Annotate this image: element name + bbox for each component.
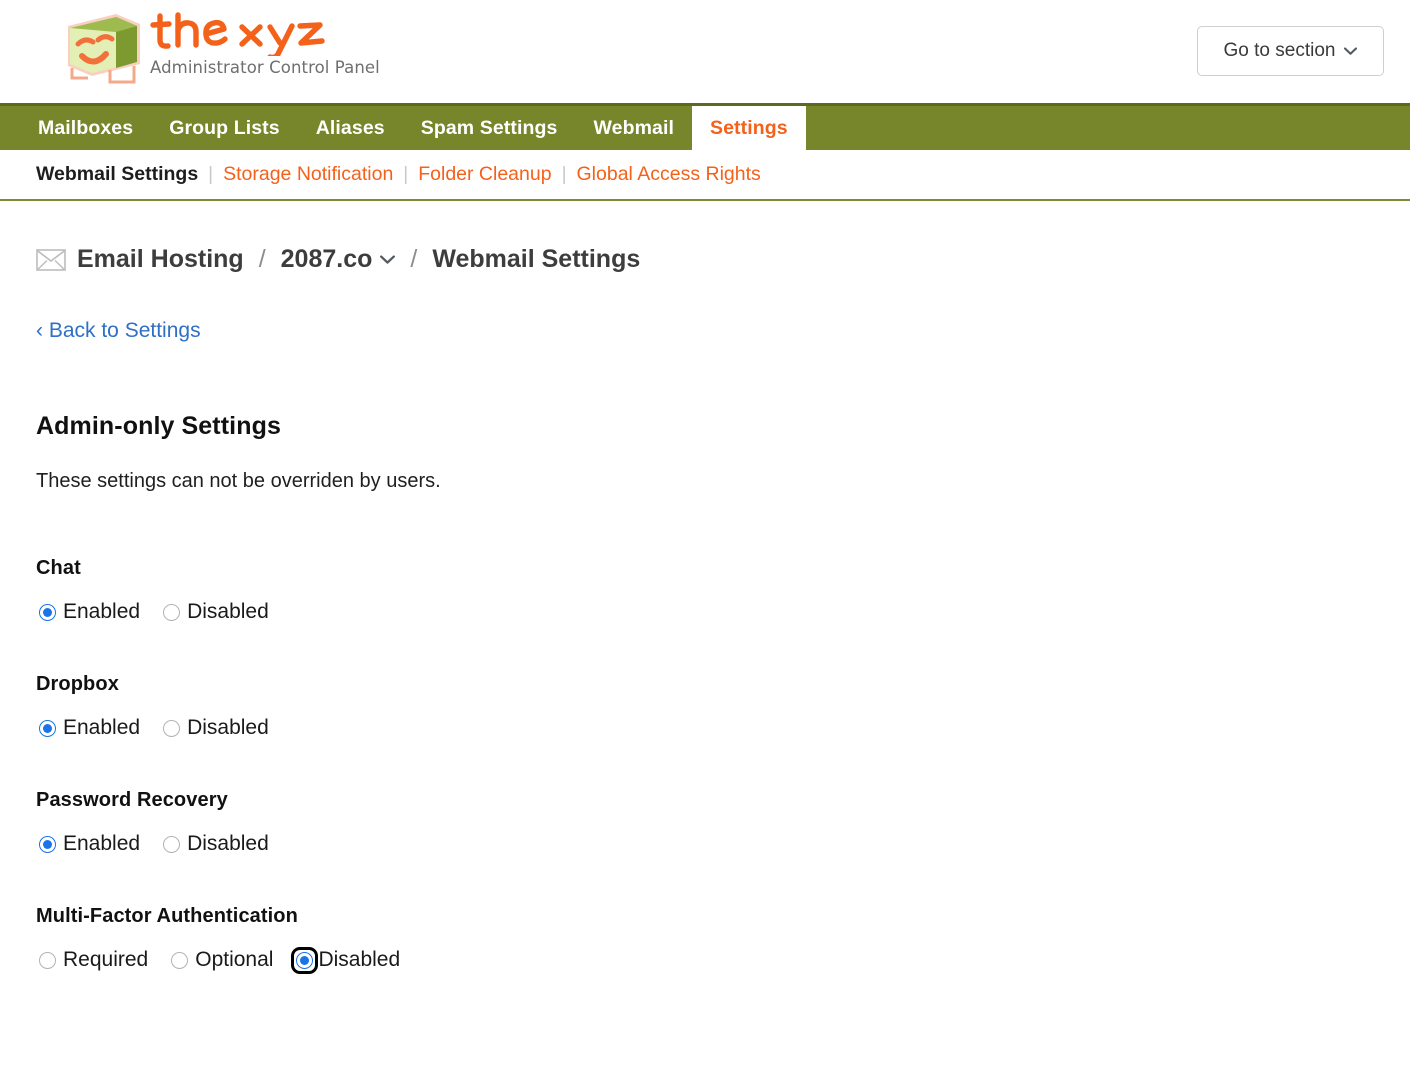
page-description: These settings can not be overriden by u…: [36, 470, 441, 492]
radio-label: Optional: [195, 948, 274, 971]
subnav-item-global-access-rights[interactable]: Global Access Rights: [577, 163, 761, 186]
setting-group-chat: Chat Enabled Disabled: [36, 557, 1374, 624]
radio-dropbox-enabled[interactable]: Enabled: [36, 716, 140, 740]
breadcrumb-domain-label: 2087.co: [280, 245, 373, 273]
nav-item-webmail[interactable]: Webmail: [575, 106, 692, 150]
setting-label-dropbox: Dropbox: [36, 673, 119, 695]
radio-dot: [163, 835, 181, 853]
radio-label: Disabled: [187, 832, 269, 855]
setting-label-chat: Chat: [36, 557, 81, 579]
subnav-separator: |: [403, 163, 409, 185]
radio-dot: [39, 603, 56, 621]
radio-dot: [39, 951, 56, 969]
radio-label: Disabled: [187, 600, 269, 623]
breadcrumb: Email Hosting / 2087.co / Webmail Settin…: [36, 245, 1374, 274]
breadcrumb-domain-selector[interactable]: 2087.co: [281, 245, 396, 274]
breadcrumb-root[interactable]: Email Hosting: [77, 245, 244, 274]
breadcrumb-separator: /: [410, 245, 418, 273]
brand-text: Administrator Control Panel: [150, 6, 380, 77]
breadcrumb-separator: /: [258, 245, 266, 273]
radio-wrap: [36, 949, 59, 972]
chevron-down-icon: [1344, 47, 1358, 55]
radio-wrap: [36, 833, 59, 856]
radio-label: Enabled: [63, 600, 141, 623]
subnav-separator: |: [561, 163, 567, 185]
radio-password-recovery-enabled[interactable]: Enabled: [36, 832, 140, 856]
radio-group-dropbox: Enabled Disabled: [36, 716, 1374, 740]
secondary-navigation: Webmail Settings | Storage Notification …: [0, 150, 1410, 201]
back-to-settings-link[interactable]: ‹ Back to Settings: [36, 319, 201, 343]
radio-dot: [39, 835, 56, 853]
page-title: Admin-only Settings: [36, 412, 281, 440]
radio-group-multi-factor-authentication: Required Optional Disabled: [36, 946, 1374, 974]
nav-item-group-lists[interactable]: Group Lists: [151, 106, 298, 150]
radio-mfa-required[interactable]: Required: [36, 948, 148, 972]
brand: Administrator Control Panel: [58, 6, 380, 90]
brand-tagline: Administrator Control Panel: [150, 58, 380, 77]
radio-wrap: [36, 717, 59, 740]
subnav-separator: |: [208, 163, 214, 185]
radio-label: Disabled: [187, 716, 269, 739]
settings-list: Chat Enabled Disabled Dropbox Enabled Di…: [36, 493, 1374, 974]
thexyz-wordmark: [150, 12, 325, 56]
radio-group-password-recovery: Enabled Disabled: [36, 832, 1374, 856]
radio-wrap: [160, 833, 183, 856]
radio-dot: [39, 719, 56, 737]
setting-group-dropbox: Dropbox Enabled Disabled: [36, 673, 1374, 740]
radio-dot: [163, 603, 181, 621]
radio-label: Disabled: [318, 948, 401, 971]
radio-wrap: [160, 717, 183, 740]
radio-chat-disabled[interactable]: Disabled: [160, 600, 269, 624]
radio-chat-enabled[interactable]: Enabled: [36, 600, 140, 624]
green-box-face-logo: [68, 14, 140, 84]
primary-navigation: Mailboxes Group Lists Aliases Spam Setti…: [0, 103, 1410, 150]
nav-item-aliases[interactable]: Aliases: [298, 106, 403, 150]
nav-item-mailboxes[interactable]: Mailboxes: [20, 106, 151, 150]
radio-dot: [171, 951, 189, 969]
nav-item-spam-settings[interactable]: Spam Settings: [403, 106, 576, 150]
radio-wrap: [160, 601, 183, 624]
radio-dropbox-disabled[interactable]: Disabled: [160, 716, 269, 740]
radio-password-recovery-disabled[interactable]: Disabled: [160, 832, 269, 856]
setting-group-multi-factor-authentication: Multi-Factor Authentication Required Opt…: [36, 905, 1374, 974]
radio-group-chat: Enabled Disabled: [36, 600, 1374, 624]
envelope-icon: [36, 248, 66, 271]
radio-mfa-disabled[interactable]: Disabled: [291, 946, 401, 974]
subnav-item-webmail-settings[interactable]: Webmail Settings: [36, 163, 198, 186]
setting-label-password-recovery: Password Recovery: [36, 789, 228, 811]
radio-label: Enabled: [63, 716, 141, 739]
radio-label: Required: [63, 948, 149, 971]
subnav-item-folder-cleanup[interactable]: Folder Cleanup: [418, 163, 551, 186]
main-content: Email Hosting / 2087.co / Webmail Settin…: [0, 245, 1410, 974]
setting-group-password-recovery: Password Recovery Enabled Disabled: [36, 789, 1374, 856]
go-to-section-button[interactable]: Go to section: [1197, 26, 1384, 76]
setting-label-multi-factor-authentication: Multi-Factor Authentication: [36, 905, 298, 927]
radio-dot: [296, 951, 314, 969]
go-to-section-label: Go to section: [1223, 40, 1336, 61]
radio-mfa-optional[interactable]: Optional: [168, 948, 273, 972]
nav-item-settings[interactable]: Settings: [692, 106, 806, 150]
subnav-item-storage-notification[interactable]: Storage Notification: [223, 163, 393, 186]
radio-wrap-focused: [291, 946, 319, 974]
radio-dot: [163, 719, 181, 737]
radio-wrap: [36, 601, 59, 624]
radio-wrap: [168, 949, 191, 972]
chevron-down-icon: [380, 255, 396, 264]
page-header: Administrator Control Panel Go to sectio…: [0, 0, 1410, 103]
radio-label: Enabled: [63, 832, 141, 855]
breadcrumb-current: Webmail Settings: [432, 245, 641, 273]
